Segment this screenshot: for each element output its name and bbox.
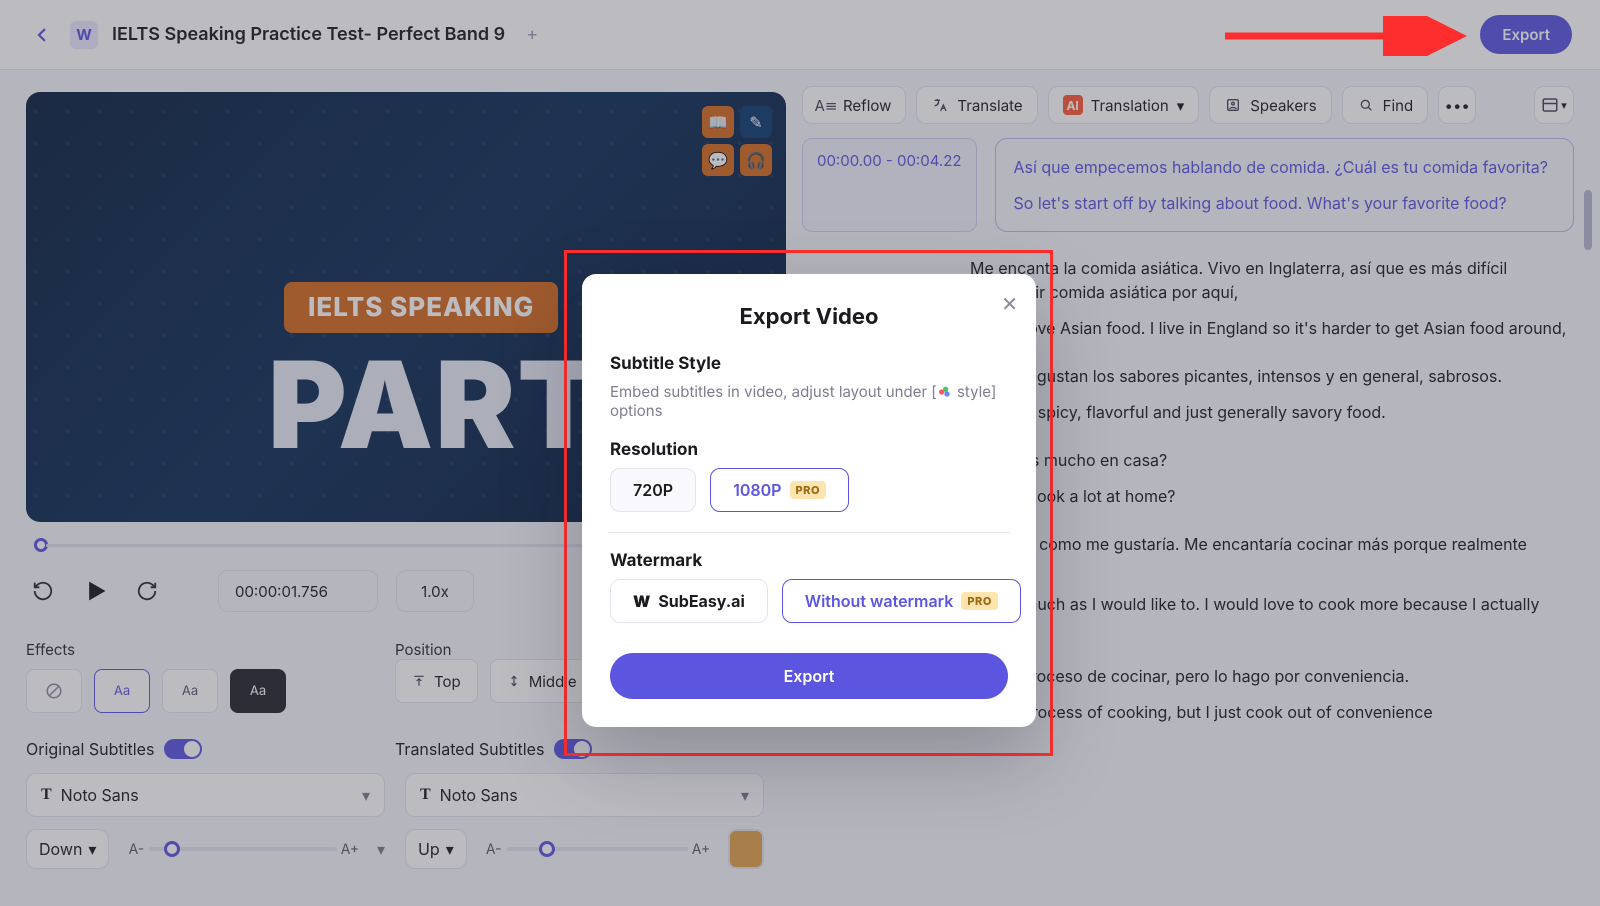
add-tab-button[interactable]: + (519, 22, 545, 48)
book-icon: 📖 (702, 106, 734, 138)
resolution-heading: Resolution (610, 440, 1008, 460)
chevron-down-icon: ▾ (1177, 96, 1185, 115)
effect-outline[interactable]: Aa (94, 669, 150, 713)
segment-text[interactable]: Me encanta la comida asiática. Vivo en I… (970, 256, 1574, 340)
modal-title: Export Video (610, 304, 1008, 330)
chevron-down-icon: ▾ (362, 785, 370, 805)
modal-export-button[interactable]: Export (610, 653, 1008, 699)
pro-badge: PRO (790, 481, 826, 499)
orig-direction-select[interactable]: Down▾ (26, 829, 109, 869)
orig-sub-label: Original Subtitles (26, 739, 154, 759)
wm-brand-option[interactable]: W SubEasy.ai (610, 579, 768, 623)
export-button[interactable]: Export (1480, 15, 1572, 54)
font-icon: T (41, 786, 52, 804)
effects-label: Effects (26, 640, 395, 659)
segment-en: I really love Asian food. I live in Engl… (970, 318, 1566, 338)
pro-badge: PRO (961, 592, 997, 610)
overlay-icon-grid: 📖 ✎ 💬 🎧 (702, 106, 772, 176)
orig-sub-toggle[interactable] (164, 739, 202, 759)
trans-size-slider[interactable]: A- A+ (481, 841, 714, 858)
close-button[interactable]: ✕ (1001, 292, 1018, 316)
segment-es: Me encanta la comida asiática. Vivo en I… (970, 256, 1574, 304)
headphones-icon: 🎧 (740, 144, 772, 176)
project-icon: W (70, 21, 98, 49)
segment-text[interactable]: pero me gustan los sabores picantes, int… (970, 364, 1574, 424)
segment-text[interactable]: ¿Cocinas mucho en casa?Do you cook a lot… (970, 448, 1574, 508)
wm-none-option[interactable]: Without watermark PRO (782, 579, 1021, 623)
segment-es: Así que empecemos hablando de comida. ¿C… (1014, 155, 1555, 179)
speakers-icon (1224, 96, 1242, 114)
res-720-option[interactable]: 720P (610, 468, 696, 512)
segment-en: Not as much as I would like to. I would … (970, 594, 1539, 638)
ai-icon: AI (1063, 95, 1083, 115)
style-icon (937, 384, 953, 400)
segment-es: ¿Cocinas mucho en casa? (970, 448, 1574, 472)
position-top[interactable]: Top (395, 659, 478, 703)
rewind-button[interactable] (26, 574, 60, 608)
video-chip: IELTS SPEAKING (284, 282, 558, 333)
segment-time: 00:00.00 - 00:04.22 (802, 138, 977, 232)
subtitle-heading: Subtitle Style (610, 354, 1008, 374)
transcript-segment[interactable]: 00:00.00 - 00:04.22 Así que empecemos hab… (802, 138, 1574, 232)
top-bar: W IELTS Speaking Practice Test- Perfect … (0, 0, 1600, 70)
reflow-button[interactable]: A≡ Reflow (802, 86, 906, 124)
segment-text[interactable]: No tanto como me gustaría. Me encantaría… (970, 532, 1574, 640)
translate-icon (931, 96, 949, 114)
orig-size-slider[interactable]: A- A+ (123, 841, 363, 858)
more-button[interactable]: ••• (1438, 86, 1476, 124)
transcript-toolbar: A≡ Reflow Translate AI Translation ▾ Spe… (802, 86, 1574, 124)
segment-text[interactable]: Así que empecemos hablando de comida. ¿C… (995, 138, 1574, 232)
play-button[interactable] (78, 574, 112, 608)
chevron-down-icon: ▾ (1561, 98, 1567, 112)
chevron-down-icon: ▾ (377, 839, 385, 859)
effect-none[interactable] (26, 669, 82, 713)
export-modal: ✕ Export Video Subtitle Style Embed subt… (582, 274, 1036, 727)
speed-field[interactable]: 1.0x (396, 570, 474, 612)
back-button[interactable] (28, 21, 56, 49)
project-title: IELTS Speaking Practice Test- Perfect Ba… (112, 24, 505, 45)
chevron-down-icon: ▾ (741, 785, 749, 805)
segment-en: So let's start off by talking about food… (1014, 193, 1507, 213)
timecode-field[interactable]: 00:00:01.756 (218, 570, 378, 612)
res-1080-option[interactable]: 1080P PRO (710, 468, 849, 512)
forward-button[interactable] (130, 574, 164, 608)
search-icon (1357, 96, 1375, 114)
font-icon: T (420, 786, 431, 804)
ellipsis-icon: ••• (1445, 96, 1470, 115)
segment-es: No tanto como me gustaría. Me encantaría… (970, 532, 1574, 580)
reflow-icon: A≡ (817, 96, 835, 114)
color-swatch[interactable] (728, 829, 764, 869)
pen-icon: ✎ (740, 106, 772, 138)
chevron-down-icon: ▾ (88, 839, 96, 859)
trans-sub-label: Translated Subtitles (395, 739, 544, 759)
orig-font-select[interactable]: T Noto Sans ▾ (26, 773, 385, 817)
segment-es: del proceso de cocinar, pero lo hago por… (994, 664, 1574, 688)
watermark-heading: Watermark (610, 551, 1008, 571)
scrollbar[interactable] (1584, 190, 1592, 250)
chevron-down-icon: ▾ (446, 839, 454, 859)
chat-icon: 💬 (702, 144, 734, 176)
effect-plain[interactable]: Aa (162, 669, 218, 713)
speakers-button[interactable]: Speakers (1209, 86, 1331, 124)
effect-boxed[interactable]: Aa (230, 669, 286, 713)
subtitle-desc: Embed subtitles in video, adjust layout … (610, 382, 1008, 420)
brand-icon: W (633, 591, 650, 611)
trans-direction-select[interactable]: Up▾ (405, 829, 467, 869)
segment-es: pero me gustan los sabores picantes, int… (970, 364, 1574, 388)
layout-toggle[interactable]: ▾ (1534, 86, 1574, 124)
translation-dropdown[interactable]: AI Translation ▾ (1048, 86, 1200, 124)
translate-button[interactable]: Translate (916, 86, 1037, 124)
find-button[interactable]: Find (1342, 86, 1429, 124)
segment-text[interactable]: del proceso de cocinar, pero lo hago por… (994, 664, 1574, 724)
trans-font-select[interactable]: T Noto Sans ▾ (405, 773, 764, 817)
segment-en: the process of cooking, but I just cook … (994, 702, 1433, 722)
